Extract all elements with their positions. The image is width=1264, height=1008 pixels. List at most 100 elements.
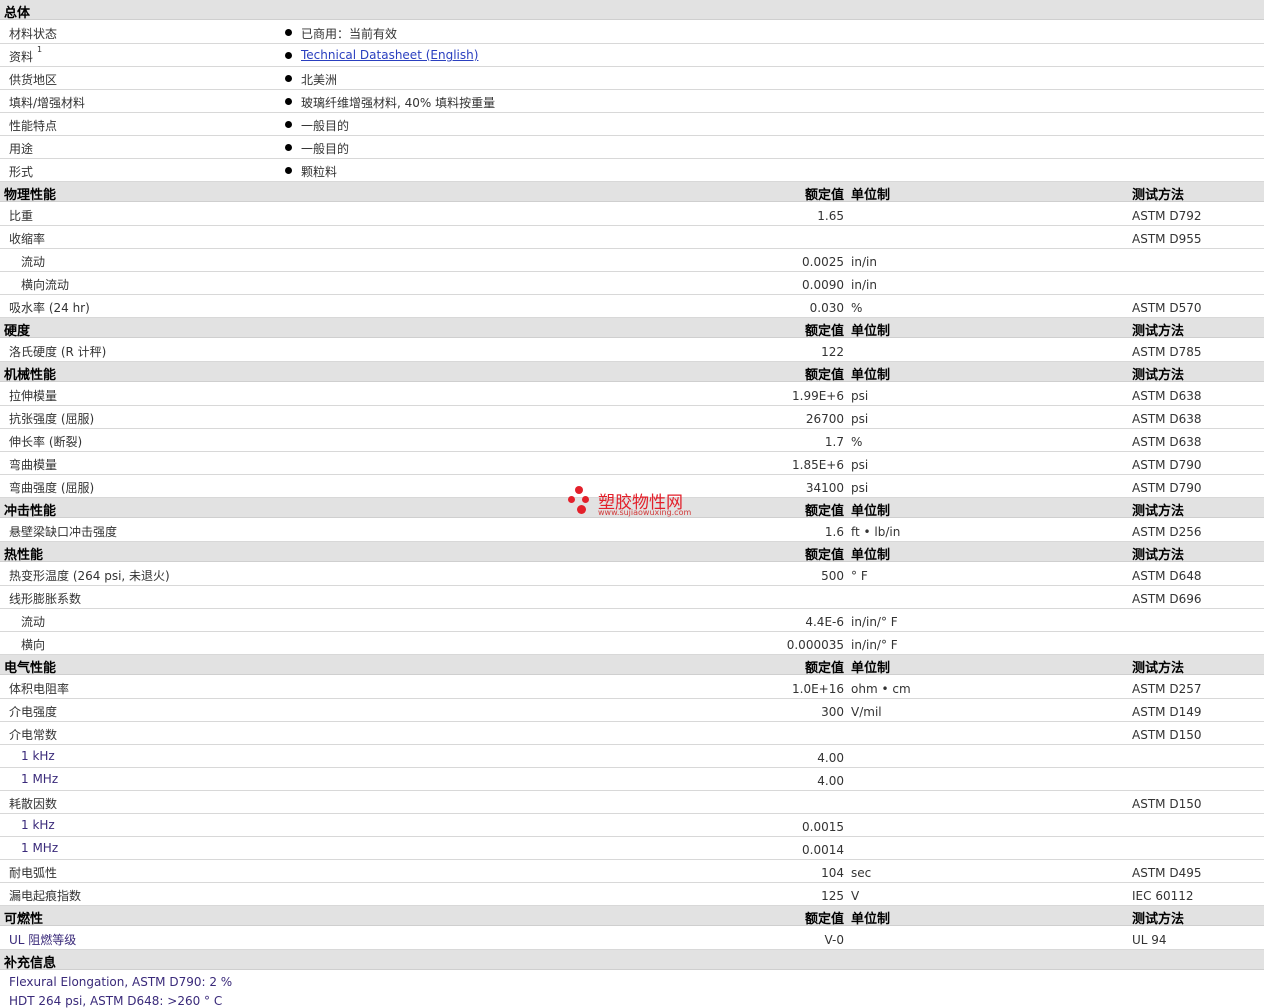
column-nominal: 额定值 (804, 368, 844, 383)
test-method: ASTM D257 (1132, 682, 1202, 696)
property-label: 弯曲强度 (屈服) (9, 481, 95, 495)
nominal-value: V-0 (824, 933, 844, 947)
property-row: 漏电起痕指数 125 V IEC 60112 (0, 883, 1264, 906)
property-label: 漏电起痕指数 (9, 889, 82, 903)
column-nominal: 额定值 (804, 188, 844, 203)
section-header: 机械性能 额定值 单位制 测试方法 (0, 362, 1264, 383)
column-nominal: 额定值 (804, 912, 844, 927)
property-row: 流动 0.0025 in/in (0, 249, 1264, 272)
column-unit: 单位制 (851, 548, 891, 563)
property-label: 1 kHz (21, 818, 55, 832)
section-title: 总体 (4, 6, 31, 21)
property-row: 1 kHz 4.00 (0, 745, 1264, 768)
property-label: 1 MHz (21, 772, 59, 786)
property-row: 流动 4.4E-6 in/in/° F (0, 609, 1264, 632)
property-label: 耐电弧性 (9, 866, 58, 880)
property-label: 热变形温度 (264 psi, 未退火) (9, 569, 170, 583)
test-method: ASTM D696 (1132, 592, 1202, 606)
column-unit: 单位制 (851, 661, 891, 676)
column-nominal: 额定值 (804, 548, 844, 563)
row-label: 性能特点 (9, 119, 58, 133)
unit-value: % (851, 301, 863, 315)
nominal-value: 122 (821, 345, 844, 359)
property-row: 洛氏硬度 (R 计秤) 122 ASTM D785 (0, 339, 1264, 362)
test-method: ASTM D638 (1132, 389, 1202, 403)
row-label: 资料 (9, 50, 34, 64)
column-unit: 单位制 (851, 324, 891, 339)
nominal-value: 1.99E+6 (792, 389, 844, 403)
column-nominal: 额定值 (804, 324, 844, 339)
test-method: ASTM D150 (1132, 728, 1202, 742)
test-method: UL 94 (1132, 933, 1167, 947)
bullet-icon (285, 167, 292, 174)
nominal-value: 500 (821, 569, 844, 583)
section-title: 补充信息 (4, 956, 57, 971)
general-row: 供货地区 北美洲 (0, 67, 1264, 90)
section-header: 可燃性 额定值 单位制 测试方法 (0, 906, 1264, 927)
row-value: 已商用：当前有效 (301, 27, 398, 41)
column-test-method: 测试方法 (1132, 548, 1185, 563)
column-test-method: 测试方法 (1132, 188, 1185, 203)
test-method: IEC 60112 (1132, 889, 1194, 903)
unit-value: psi (851, 389, 869, 403)
unit-value: ° F (851, 569, 868, 583)
test-method: ASTM D638 (1132, 412, 1202, 426)
nominal-value: 1.0E+16 (792, 682, 844, 696)
property-row: 介电强度 300 V/mil ASTM D149 (0, 699, 1264, 722)
property-label: UL 阻燃等级 (9, 933, 77, 947)
row-label: 用途 (9, 142, 34, 156)
nominal-value: 0.0090 (802, 278, 844, 292)
row-value: 一般目的 (301, 142, 350, 156)
column-test-method: 测试方法 (1132, 912, 1185, 927)
section-title: 热性能 (4, 548, 44, 563)
section-header-supplement: 补充信息 (0, 950, 1264, 971)
section-title: 冲击性能 (4, 504, 57, 519)
property-row: 耐电弧性 104 sec ASTM D495 (0, 860, 1264, 883)
section-title: 可燃性 (4, 912, 44, 927)
watermark-url: www.sujiaowuxing.com (598, 508, 692, 517)
test-method: ASTM D648 (1132, 569, 1202, 583)
test-method: ASTM D638 (1132, 435, 1202, 449)
bullet-icon (285, 75, 292, 82)
test-method: ASTM D495 (1132, 866, 1202, 880)
nominal-value: 125 (821, 889, 844, 903)
datasheet-link[interactable]: Technical Datasheet (English) (301, 48, 478, 62)
property-row: 伸长率 (断裂) 1.7% ASTM D638 (0, 429, 1264, 452)
column-unit: 单位制 (851, 504, 891, 519)
column-test-method: 测试方法 (1132, 504, 1185, 519)
test-method: ASTM D785 (1132, 345, 1202, 359)
unit-value: psi (851, 458, 869, 472)
unit-value: in/in/° F (851, 615, 898, 629)
property-row: 收缩率 ASTM D955 (0, 226, 1264, 249)
property-label: 介电强度 (9, 705, 58, 719)
unit-value: % (851, 435, 863, 449)
nominal-value: 0.0015 (802, 820, 844, 834)
property-label: 横向 (21, 638, 46, 652)
column-test-method: 测试方法 (1132, 368, 1185, 383)
section-title: 硬度 (4, 324, 31, 339)
property-row: 悬壁梁缺口冲击强度 1.6 ft • lb/in ASTM D256 (0, 519, 1264, 542)
row-value: 玻璃纤维增强材料, 40% 填料按重量 (301, 96, 496, 110)
property-row: 1 MHz 0.0014 (0, 837, 1264, 860)
nominal-value: 1.85E+6 (792, 458, 844, 472)
unit-value: in/in (851, 278, 877, 292)
nominal-value: 300 (821, 705, 844, 719)
row-value: 北美洲 (301, 73, 338, 87)
property-label: 体积电阻率 (9, 682, 70, 696)
property-row: 弯曲模量 1.85E+6 psi ASTM D790 (0, 452, 1264, 475)
section-header: 热性能 额定值 单位制 测试方法 (0, 542, 1264, 563)
column-nominal: 额定值 (804, 661, 844, 676)
section-header: 电气性能 额定值 单位制 测试方法 (0, 655, 1264, 676)
property-label: 1 MHz (21, 841, 59, 855)
row-label: 形式 (9, 165, 34, 179)
row-label: 供货地区 (9, 73, 58, 87)
column-test-method: 测试方法 (1132, 661, 1185, 676)
supplement-note: HDT 264 psi, ASTM D648: >260 ° C (9, 994, 223, 1008)
row-value: 颗粒料 (301, 165, 338, 179)
nominal-value: 4.00 (817, 751, 844, 765)
unit-value: psi (851, 412, 869, 426)
row-label: 材料状态 (9, 27, 58, 41)
unit-value: in/in (851, 255, 877, 269)
property-label: 悬壁梁缺口冲击强度 (9, 525, 118, 539)
section-header: 物理性能 额定值 单位制 测试方法 (0, 182, 1264, 203)
